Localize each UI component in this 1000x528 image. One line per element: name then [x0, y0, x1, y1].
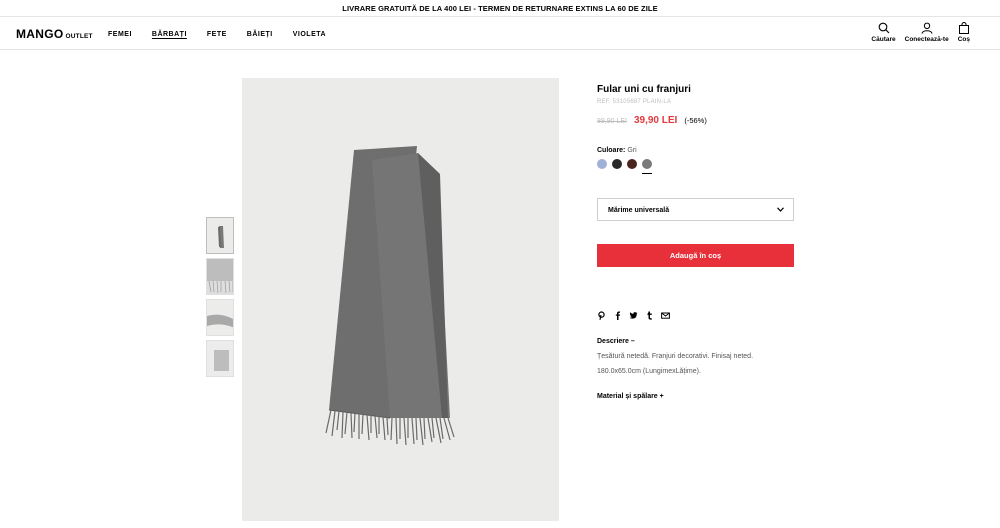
email-icon[interactable]	[661, 311, 670, 320]
facebook-icon[interactable]	[613, 311, 622, 320]
old-price: 89,90 LEI	[597, 118, 627, 125]
thumbnail-2[interactable]	[206, 258, 234, 295]
product-info: Fular uni cu franjuri REF. 53105687 PLAI…	[597, 84, 797, 174]
discount-badge: (-56%)	[684, 116, 707, 125]
logo-brand: MANGO	[16, 27, 64, 41]
thumbnail-1[interactable]	[206, 217, 234, 254]
chevron-down-icon	[777, 207, 784, 212]
color-label: Culoare:	[597, 147, 626, 154]
color-swatch-black[interactable]	[612, 159, 622, 169]
description-line-2: 180.0x65.0cm (LungimexLățime).	[597, 368, 701, 375]
nav-violeta[interactable]: VIOLETA	[293, 31, 326, 38]
thumbnail-4[interactable]	[206, 340, 234, 377]
search-button[interactable]: Căutare	[871, 22, 896, 43]
logo[interactable]: MANGO OUTLET	[16, 27, 93, 41]
user-icon	[921, 22, 933, 34]
scarf-image	[242, 78, 559, 521]
tumblr-icon[interactable]	[645, 311, 654, 320]
color-swatches	[597, 159, 797, 174]
cart-button[interactable]: Coș	[958, 22, 970, 43]
bag-icon	[958, 22, 969, 34]
sale-price: 39,90 LEI	[633, 115, 678, 126]
login-button[interactable]: Conectează-te	[905, 22, 949, 43]
color-swatch-blue[interactable]	[597, 159, 607, 169]
login-label: Conectează-te	[904, 36, 949, 43]
price-block: 89,90 LEI 39,90 LEI (-56%)	[597, 115, 797, 126]
color-swatch-grey[interactable]	[642, 159, 652, 174]
site-header: MANGO OUTLET FEMEI BĂRBAȚI FETE BĂIEȚI V…	[0, 17, 1000, 50]
color-selector: Culoare: Gri	[597, 147, 797, 174]
twitter-icon[interactable]	[629, 311, 638, 320]
share-icons	[597, 311, 677, 320]
pinterest-icon[interactable]	[597, 311, 606, 320]
size-select[interactable]: Mărime universală	[597, 198, 794, 221]
thumbnail-3[interactable]	[206, 299, 234, 336]
main-nav: FEMEI BĂRBAȚI FETE BĂIEȚI VIOLETA	[108, 31, 346, 38]
cart-label: Coș	[957, 36, 970, 43]
color-swatch-brown[interactable]	[627, 159, 637, 169]
nav-fete[interactable]: FETE	[207, 31, 227, 38]
size-value: Mărime universală	[608, 207, 670, 214]
product-image[interactable]	[242, 78, 559, 521]
search-label: Căutare	[871, 36, 896, 43]
material-toggle[interactable]: Material și spălare +	[597, 393, 664, 400]
nav-baieti[interactable]: BĂIEȚI	[247, 31, 273, 38]
search-icon	[878, 22, 889, 34]
nav-femei[interactable]: FEMEI	[108, 31, 132, 38]
nav-barbati[interactable]: BĂRBAȚI	[152, 31, 187, 38]
header-actions: Căutare Conectează-te Coș	[862, 22, 970, 43]
promo-banner: LIVRARE GRATUITĂ DE LA 400 LEI - TERMEN …	[0, 0, 1000, 17]
description-line-1: Țesătură netedă. Franjuri decorativi. Fi…	[597, 353, 754, 360]
description-toggle[interactable]: Descriere –	[597, 338, 635, 345]
color-value: Gri	[627, 147, 637, 154]
add-to-cart-button[interactable]: Adaugă în coș	[597, 244, 794, 267]
logo-outlet: OUTLET	[65, 33, 93, 40]
product-ref: REF. 53105687 PLAIN-LA	[597, 99, 672, 105]
thumbnail-list	[206, 217, 234, 381]
product-title: Fular uni cu franjuri	[597, 84, 691, 95]
